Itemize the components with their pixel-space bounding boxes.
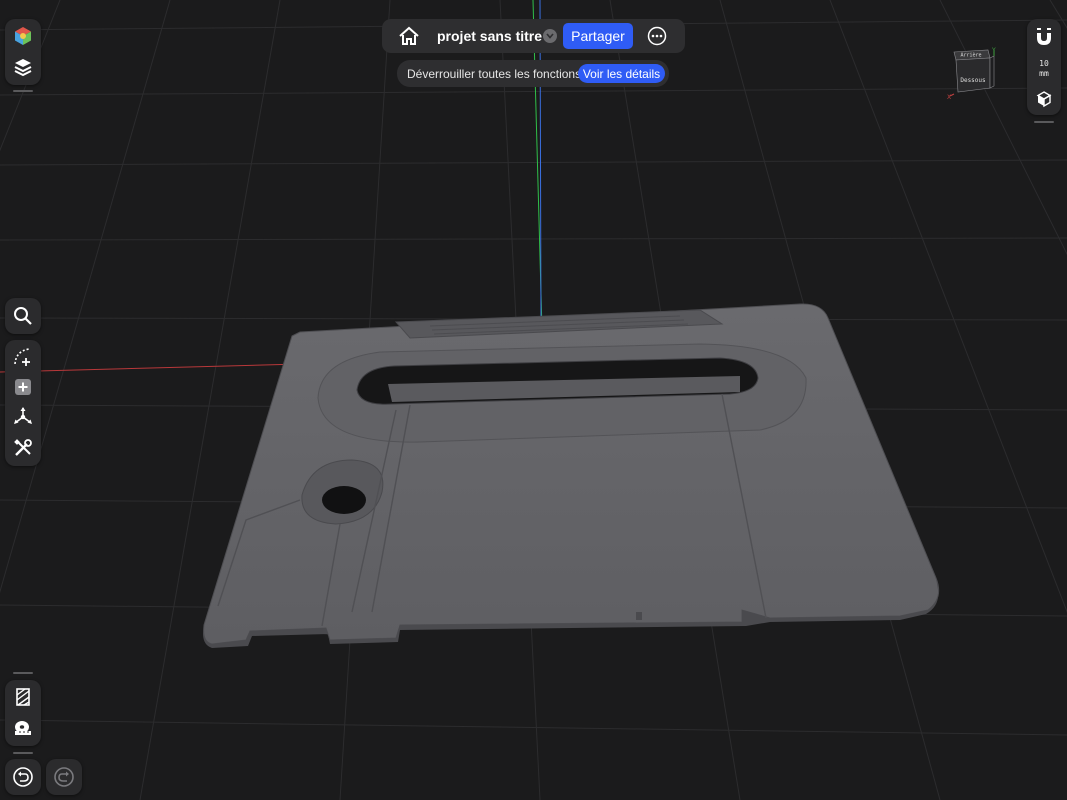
transform-button[interactable] <box>9 403 37 431</box>
undo-button[interactable] <box>9 763 37 791</box>
sketch-curve-icon <box>14 348 30 366</box>
snap-increment[interactable]: 10 mm <box>1027 59 1061 79</box>
undo-divider <box>13 752 33 754</box>
magnet-snap-icon <box>1037 28 1051 45</box>
x-axis-line <box>0 363 301 373</box>
more-options-button[interactable] <box>647 26 667 46</box>
tools-icon <box>14 439 32 456</box>
tools-button[interactable] <box>9 434 37 462</box>
add-primitive-button[interactable] <box>9 373 37 401</box>
section-view-button[interactable] <box>9 683 37 711</box>
unlock-text: Déverrouiller toutes les fonctions <box>407 67 582 81</box>
cube-axis-x: X <box>947 94 951 101</box>
top-bar: projet sans titre Partager <box>382 19 685 53</box>
transform-icon <box>14 407 32 424</box>
left-tools-panel <box>5 340 41 466</box>
view-mode-icon <box>1036 91 1052 108</box>
more-icon <box>647 26 667 46</box>
search-icon <box>14 307 32 325</box>
view-cube[interactable]: Arrière Dessous X Y <box>944 44 1014 104</box>
section-view-icon <box>16 688 30 706</box>
view-mode-button[interactable] <box>1030 85 1058 113</box>
details-button[interactable]: Voir les détails <box>578 64 665 83</box>
redo-panel <box>46 759 82 795</box>
snap-unit: mm <box>1039 69 1049 78</box>
3d-model-console-lid[interactable] <box>203 303 940 648</box>
left-bottom-panel <box>5 680 41 746</box>
color-cube-icon <box>15 27 31 45</box>
left-top-divider <box>13 90 33 92</box>
undo-panel <box>5 759 41 795</box>
layers-button[interactable] <box>9 53 37 81</box>
share-button[interactable]: Partager <box>563 23 633 49</box>
redo-icon <box>54 767 74 787</box>
project-name[interactable]: projet sans titre <box>437 28 542 44</box>
undo-icon <box>13 767 33 787</box>
3d-viewport[interactable] <box>0 0 1067 800</box>
layers-icon <box>14 59 32 77</box>
left-search-panel <box>5 298 41 334</box>
measure-button[interactable] <box>9 714 37 742</box>
sketch-tool-button[interactable] <box>9 342 37 370</box>
snap-magnet-button[interactable] <box>1030 23 1058 51</box>
left-top-panel <box>5 19 41 85</box>
cube-axis-y: Y <box>991 47 996 54</box>
home-icon <box>399 26 419 45</box>
snap-value: 10 <box>1039 59 1049 68</box>
right-panel: 10 mm <box>1027 19 1061 115</box>
project-menu-chevron[interactable] <box>543 29 557 43</box>
right-divider <box>1034 121 1054 123</box>
search-button[interactable] <box>9 302 37 330</box>
home-button[interactable] <box>396 24 422 48</box>
add-primitive-icon <box>15 379 31 395</box>
measure-tape-icon <box>15 721 31 735</box>
cube-top-face-label: Arrière <box>960 52 981 59</box>
left-bottom-divider <box>13 672 33 674</box>
chevron-down-icon <box>546 33 554 39</box>
color-cube-button[interactable] <box>9 22 37 50</box>
redo-button[interactable] <box>50 763 78 791</box>
unlock-banner: Déverrouiller toutes les fonctions Voir … <box>397 60 669 87</box>
cube-front-face-label: Dessous <box>960 77 986 84</box>
